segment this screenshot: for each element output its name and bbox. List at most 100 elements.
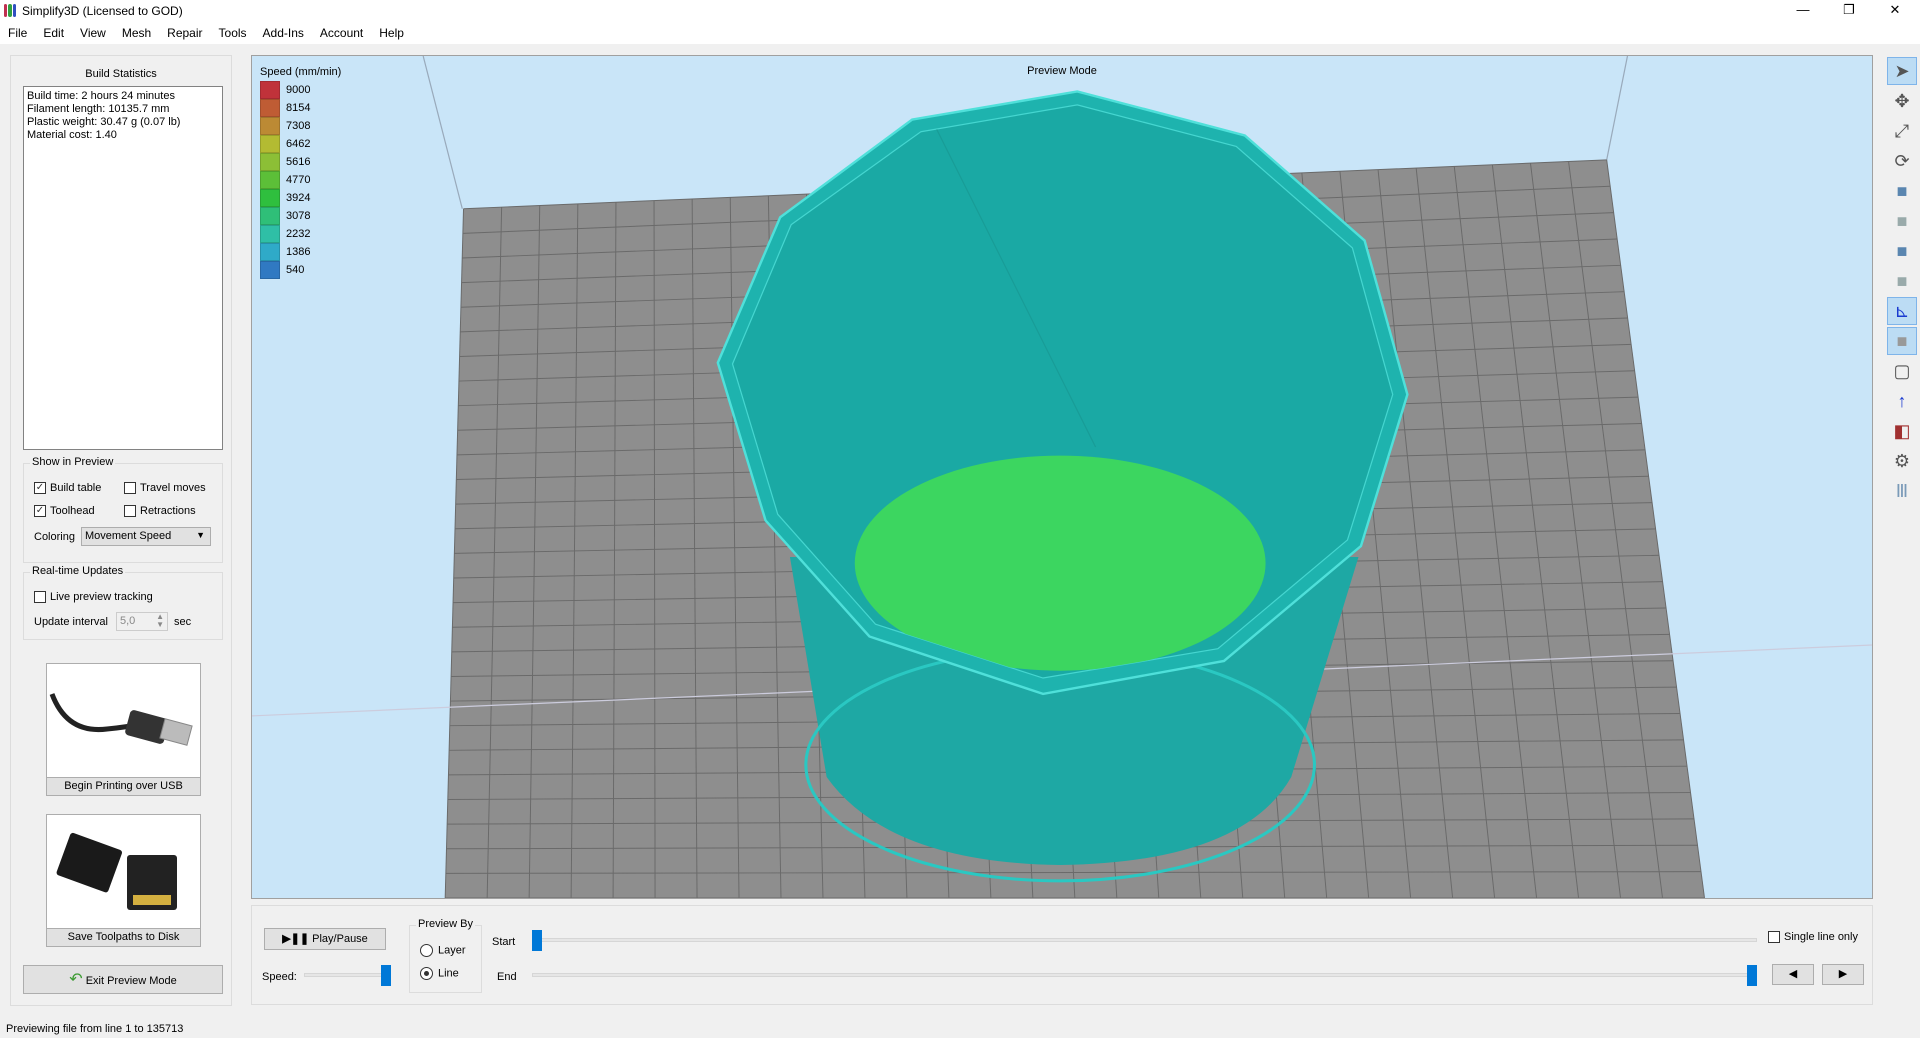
settings-icon[interactable]: ⚙ [1887,447,1917,475]
legend-item: 3078 [260,207,341,225]
legend-item: 4770 [260,171,341,189]
menu-tools[interactable]: Tools [211,22,255,44]
axes-icon[interactable]: ⊾ [1887,297,1917,325]
legend-item: 9000 [260,81,341,99]
legend-swatch [260,171,280,189]
wireframe-icon[interactable]: ▢ [1887,357,1917,385]
single-line-only-checkbox[interactable]: Single line only [1768,931,1858,944]
travel-moves-label: Travel moves [140,482,206,494]
menu-bar: File Edit View Mesh Repair Tools Add-Ins… [0,22,1920,44]
update-interval-value: 5,0 [120,615,136,627]
play-pause-icon: ▶❚❚ [282,933,310,945]
maximize-button[interactable]: ❐ [1826,0,1872,22]
legend-value: 1386 [286,246,311,258]
update-interval-unit: sec [174,616,192,628]
select-icon[interactable]: ➤ [1887,57,1917,85]
toolhead-label: Toolhead [50,505,95,517]
legend-swatch [260,225,280,243]
toolhead-checkbox[interactable]: ✓ Toolhead [34,505,95,518]
coloring-dropdown[interactable]: Movement Speed ▼ [81,527,211,546]
legend-item: 5616 [260,153,341,171]
menu-help[interactable]: Help [371,22,412,44]
menu-account[interactable]: Account [312,22,371,44]
move-icon[interactable]: ✥ [1887,87,1917,115]
menu-add-ins[interactable]: Add-Ins [255,22,312,44]
view-front-icon[interactable]: ■ [1887,207,1917,235]
back-arrow-icon: ↶ [69,971,83,988]
build-table-label: Build table [50,482,102,494]
machine-icon[interactable]: Ⅲ [1887,477,1917,505]
legend-item: 3924 [260,189,341,207]
coloring-label: Coloring [34,531,75,543]
retractions-checkbox[interactable]: Retractions [124,505,196,518]
line-radio[interactable]: Line [420,967,459,980]
usb-button-label: Begin Printing over USB [47,777,200,795]
rotate-icon[interactable]: ⟳ [1887,147,1917,175]
normals-icon[interactable]: ↑ [1887,387,1917,415]
single-line-only-label: Single line only [1784,931,1858,943]
speed-slider-thumb[interactable] [381,965,391,986]
scene[interactable] [252,56,1872,898]
save-toolpaths-button[interactable]: Save Toolpaths to Disk [46,814,201,947]
close-button[interactable]: ✕ [1872,0,1918,22]
begin-printing-usb-button[interactable]: Begin Printing over USB [46,663,201,796]
live-preview-tracking-label: Live preview tracking [50,591,153,603]
section-icon[interactable]: ◧ [1887,417,1917,445]
previous-button[interactable]: ◀ [1772,964,1814,985]
legend-value: 3924 [286,192,311,204]
legend-item: 7308 [260,117,341,135]
view-right-icon[interactable]: ■ [1887,267,1917,295]
menu-repair[interactable]: Repair [159,22,210,44]
start-label: Start [492,936,516,948]
stat-build-time: Build time: 2 hours 24 minutes [27,90,175,102]
exit-preview-button[interactable]: ↶ Exit Preview Mode [23,965,223,994]
stat-plastic-weight: Plastic weight: 30.47 g (0.07 lb) [27,116,181,128]
legend-value: 2232 [286,228,311,240]
playback-panel: ▶❚❚ Play/Pause Speed: Preview By Layer L… [251,905,1873,1005]
end-label: End [497,971,517,983]
build-table-checkbox[interactable]: ✓ Build table [34,482,102,495]
legend-swatch [260,81,280,99]
legend-swatch [260,135,280,153]
menu-file[interactable]: File [0,22,35,44]
view-top-icon[interactable]: ■ [1887,177,1917,205]
live-preview-tracking-checkbox[interactable]: Live preview tracking [34,591,153,604]
minimize-button[interactable]: — [1780,0,1826,22]
chevron-down-icon: ▼ [196,530,205,540]
menu-view[interactable]: View [72,22,114,44]
show-in-preview-title: Show in Preview [30,456,116,468]
start-slider-track[interactable] [532,938,1757,942]
speed-legend: Speed (mm/min) 9000 8154 7308 6462 5616 4770 3… [260,66,341,279]
menu-mesh[interactable]: Mesh [114,22,159,44]
end-slider-track[interactable] [532,973,1757,977]
solid-view-icon[interactable]: ■ [1887,327,1917,355]
end-slider-thumb[interactable] [1747,965,1757,986]
speed-slider-track[interactable] [304,973,386,977]
update-interval-spinbox[interactable]: 5,0 ▲ ▼ [116,612,168,631]
menu-edit[interactable]: Edit [35,22,72,44]
window-title: Simplify3D (Licensed to GOD) [22,4,183,18]
next-button[interactable]: ▶ [1822,964,1864,985]
layer-radio[interactable]: Layer [420,944,466,957]
start-slider-thumb[interactable] [532,930,542,951]
app-logo-icon [4,4,16,17]
legend-item: 540 [260,261,341,279]
play-pause-button[interactable]: ▶❚❚ Play/Pause [264,928,386,950]
build-statistics-title: Build Statistics [85,68,157,80]
scale-icon[interactable]: ⤢ [1887,117,1917,145]
show-in-preview-group: Show in Preview ✓ Build table Travel move… [23,456,223,563]
travel-moves-checkbox[interactable]: Travel moves [124,482,206,495]
preview-by-group: Preview By Layer Line [409,918,482,993]
legend-swatch [260,189,280,207]
update-interval-label: Update interval [34,616,108,628]
left-panel: Build Statistics Build time: 2 hours 24 … [10,55,232,1006]
legend-swatch [260,243,280,261]
legend-value: 7308 [286,120,311,132]
usb-cable-icon [49,693,193,746]
viewport-title: Preview Mode [1027,65,1097,77]
preview-by-title: Preview By [416,918,476,930]
spin-arrows-icon: ▲ ▼ [156,612,164,629]
3d-viewport[interactable]: Preview Mode Speed (mm/min) 9000 8154 7308… [251,55,1873,899]
view-left-icon[interactable]: ■ [1887,237,1917,265]
play-pause-label: Play/Pause [312,933,368,945]
